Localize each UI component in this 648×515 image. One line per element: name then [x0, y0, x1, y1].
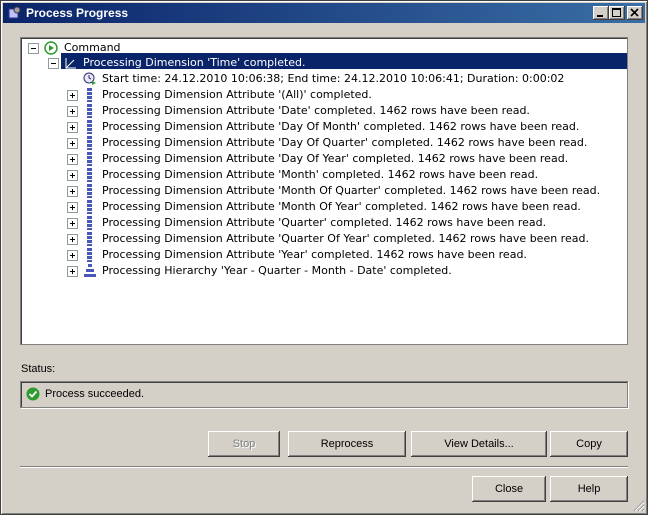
close-icon — [630, 8, 639, 17]
resize-grip-icon[interactable] — [633, 500, 645, 512]
reprocess-button[interactable]: Reprocess — [288, 431, 406, 457]
dimension-axis-icon — [65, 58, 76, 69]
tree-node-attribute[interactable]: Processing Dimension Attribute '(All)' c… — [21, 87, 627, 103]
attribute-icon — [87, 168, 92, 182]
attribute-icon — [87, 152, 92, 166]
expand-toggle[interactable] — [67, 106, 78, 117]
plus-icon — [70, 109, 75, 114]
tree-node-label: Processing Dimension Attribute 'Day Of Q… — [102, 136, 588, 149]
play-circle-icon — [44, 41, 58, 55]
tree-node-label: Processing Dimension 'Time' completed. — [83, 56, 306, 69]
tree-node-label: Processing Dimension Attribute 'Quarter … — [102, 232, 589, 245]
tree-node-attribute[interactable]: Processing Dimension Attribute 'Month' c… — [21, 167, 627, 183]
plus-icon — [70, 93, 75, 98]
tree-node-label: Processing Dimension Attribute 'Year' co… — [102, 248, 527, 261]
attribute-icon — [87, 104, 92, 118]
clock-icon — [83, 72, 96, 85]
tree-node-label: Start time: 24.12.2010 10:06:38; End tim… — [102, 72, 565, 85]
plus-icon — [70, 253, 75, 258]
tree-node-attribute[interactable]: Processing Dimension Attribute 'Quarter … — [21, 231, 627, 247]
attribute-icon — [87, 248, 92, 262]
expand-toggle[interactable] — [67, 234, 78, 245]
maximize-button[interactable] — [609, 6, 625, 20]
expand-toggle[interactable] — [67, 90, 78, 101]
tree-node-label: Command — [64, 41, 121, 54]
minus-icon — [31, 48, 36, 49]
tree-node-attribute[interactable]: Processing Dimension Attribute 'Date' co… — [21, 103, 627, 119]
window-title: Process Progress — [26, 6, 129, 20]
collapse-toggle[interactable] — [28, 43, 39, 54]
tree-node-dimension[interactable]: Processing Dimension 'Time' completed. — [21, 55, 627, 71]
status-label: Status: — [21, 363, 56, 375]
plus-icon — [70, 173, 75, 178]
expand-toggle[interactable] — [67, 266, 78, 277]
tree-node-attribute[interactable]: Processing Dimension Attribute 'Month Of… — [21, 183, 627, 199]
attribute-icon — [87, 200, 92, 214]
status-text: Process succeeded. — [45, 388, 145, 400]
plus-icon — [70, 157, 75, 162]
tree-node-label: Processing Hierarchy 'Year - Quarter - M… — [102, 264, 452, 277]
tree-node-attribute[interactable]: Processing Dimension Attribute 'Day Of M… — [21, 119, 627, 135]
tree-node-timing[interactable]: Start time: 24.12.2010 10:06:38; End tim… — [21, 71, 627, 87]
tree-node-attribute[interactable]: Processing Dimension Attribute 'Year' co… — [21, 247, 627, 263]
attribute-icon — [87, 88, 92, 102]
tree-node-label: Processing Dimension Attribute 'Day Of Y… — [102, 152, 569, 165]
expand-toggle[interactable] — [67, 154, 78, 165]
tree-node-command[interactable]: Command — [21, 40, 627, 56]
tree-node-label: Processing Dimension Attribute 'Month' c… — [102, 168, 539, 181]
status-box: Process succeeded. — [20, 381, 628, 408]
attribute-icon — [87, 184, 92, 198]
plus-icon — [70, 189, 75, 194]
view-details-button[interactable]: View Details... — [411, 431, 547, 457]
cube-gear-icon — [8, 6, 21, 19]
tree-node-hierarchy[interactable]: Processing Hierarchy 'Year - Quarter - M… — [21, 263, 627, 279]
tree-node-label: Processing Dimension Attribute '(All)' c… — [102, 88, 372, 101]
plus-icon — [70, 237, 75, 242]
attribute-icon — [87, 120, 92, 134]
tree-node-attribute[interactable]: Processing Dimension Attribute 'Quarter'… — [21, 215, 627, 231]
plus-icon — [70, 125, 75, 130]
tree-node-label: Processing Dimension Attribute 'Month Of… — [102, 184, 601, 197]
tree-node-attribute[interactable]: Processing Dimension Attribute 'Day Of Y… — [21, 151, 627, 167]
tree-node-attribute[interactable]: Processing Dimension Attribute 'Day Of Q… — [21, 135, 627, 151]
divider — [20, 466, 628, 468]
process-progress-window: Process Progress Command Processing Dime… — [0, 0, 648, 515]
tree-node-attribute[interactable]: Processing Dimension Attribute 'Month Of… — [21, 199, 627, 215]
plus-icon — [70, 205, 75, 210]
attribute-icon — [87, 232, 92, 246]
minus-icon — [51, 63, 56, 64]
close-window-button[interactable] — [627, 6, 643, 20]
attribute-icon — [87, 136, 92, 150]
tree-node-label: Processing Dimension Attribute 'Quarter'… — [102, 216, 547, 229]
plus-icon — [70, 141, 75, 146]
minimize-icon — [597, 15, 603, 17]
attribute-icon — [87, 216, 92, 230]
check-circle-icon — [26, 387, 40, 401]
title-bar[interactable]: Process Progress — [3, 3, 645, 23]
tree-node-label: Processing Dimension Attribute 'Month Of… — [102, 200, 581, 213]
help-button[interactable]: Help — [550, 476, 628, 502]
expand-toggle[interactable] — [67, 250, 78, 261]
expand-toggle[interactable] — [67, 202, 78, 213]
maximize-icon — [612, 8, 621, 17]
tree-node-label: Processing Dimension Attribute 'Date' co… — [102, 104, 530, 117]
plus-icon — [70, 269, 75, 274]
collapse-toggle[interactable] — [48, 58, 59, 69]
expand-toggle[interactable] — [67, 170, 78, 181]
tree-node-label: Processing Dimension Attribute 'Day Of M… — [102, 120, 580, 133]
copy-button[interactable]: Copy — [550, 431, 628, 457]
plus-icon — [70, 221, 75, 226]
expand-toggle[interactable] — [67, 138, 78, 149]
expand-toggle[interactable] — [67, 122, 78, 133]
stop-button[interactable]: Stop — [208, 431, 280, 457]
minimize-button[interactable] — [593, 6, 609, 20]
expand-toggle[interactable] — [67, 218, 78, 229]
hierarchy-icon — [84, 264, 96, 277]
close-button[interactable]: Close — [472, 476, 546, 502]
expand-toggle[interactable] — [67, 186, 78, 197]
progress-tree[interactable]: Command Processing Dimension 'Time' comp… — [20, 37, 628, 345]
